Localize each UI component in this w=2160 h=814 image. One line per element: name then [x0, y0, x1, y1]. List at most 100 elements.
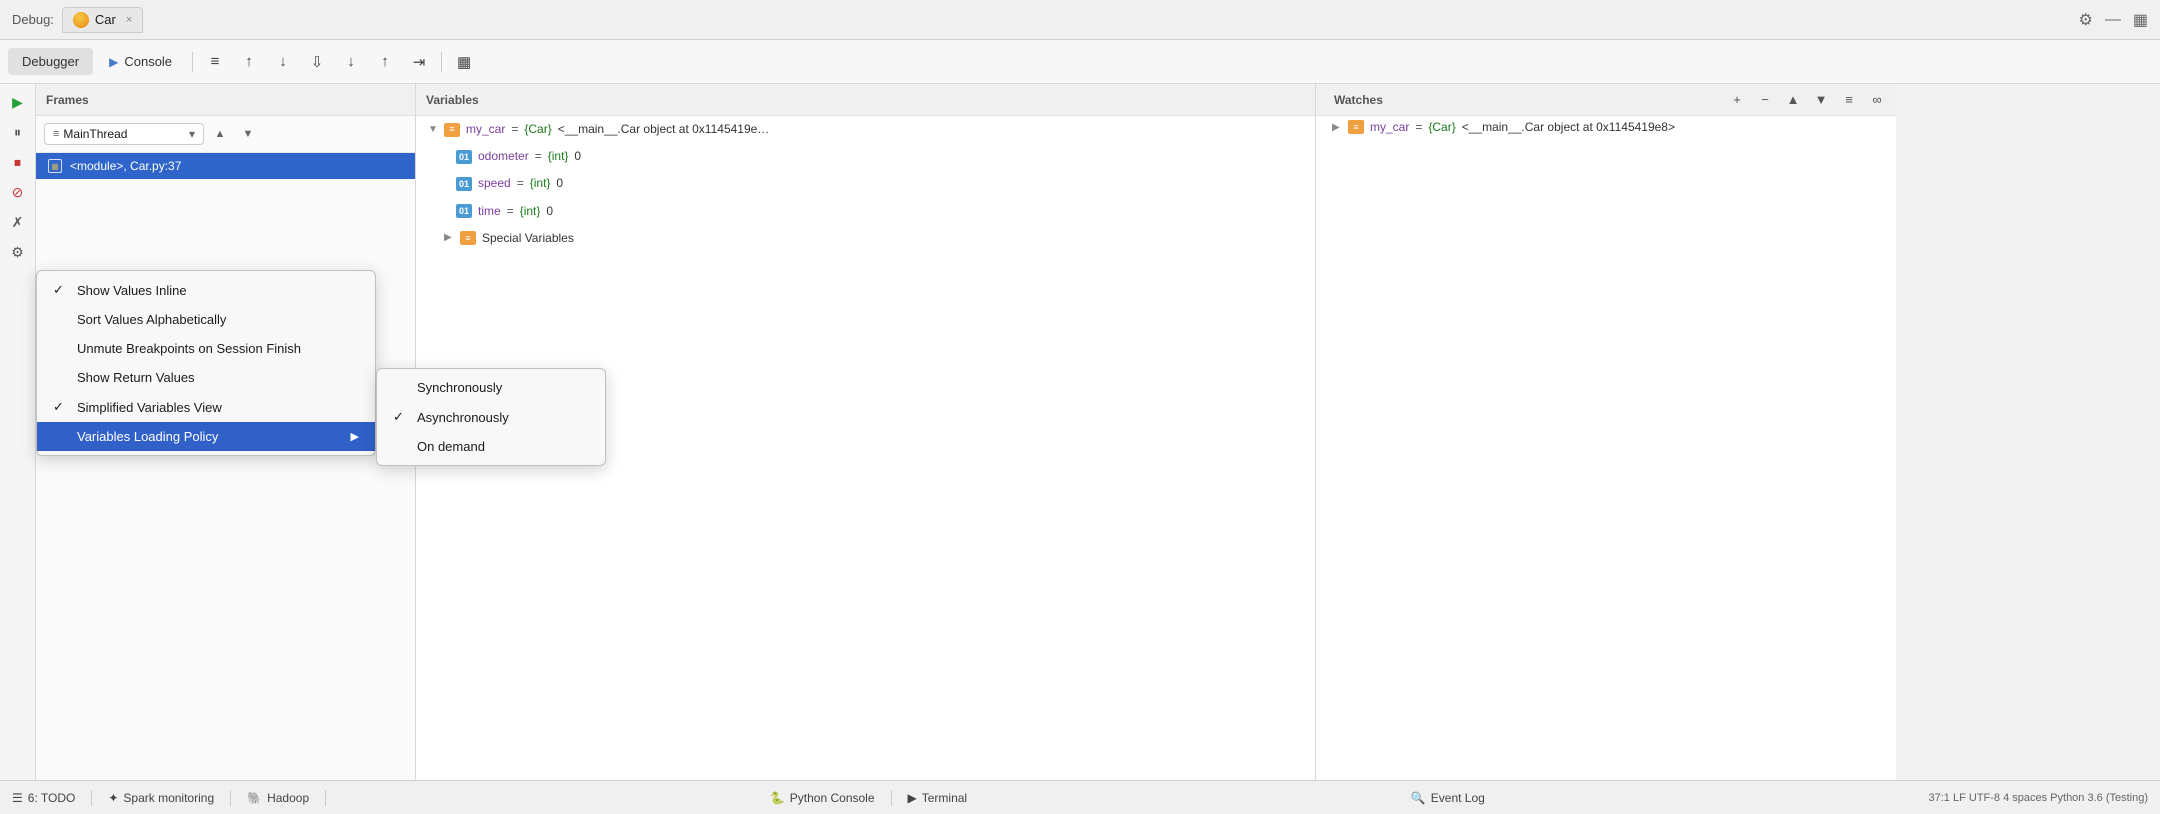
watch-expand-arrow: ▶	[1332, 122, 1342, 133]
var-expand-arrow: ▼	[428, 122, 438, 138]
move-down-watch-button[interactable]: ▼	[1810, 89, 1832, 111]
var-row-special[interactable]: ▶ ≡ Special Variables	[416, 225, 1315, 252]
breakpoints-button[interactable]: ⊘	[4, 178, 32, 206]
check-simplified: ✓	[53, 399, 67, 415]
step-over-button[interactable]: ↑	[233, 46, 265, 78]
debugger-tab-label: Debugger	[22, 54, 79, 69]
watches-toolbar: Watches + − ▲ ▼ ≡ ∞	[1316, 84, 1896, 116]
toolbar: Debugger ▶ Console ≡ ↑ ↓ ⇩ ↓ ↑ ⇥ ▦	[0, 40, 2160, 84]
status-divider-3	[325, 790, 326, 806]
stop-button[interactable]: ⏹	[4, 148, 32, 176]
debug-label: Debug:	[12, 12, 54, 27]
submenu-label-sync: Synchronously	[417, 380, 502, 395]
check-async: ✓	[393, 409, 407, 425]
step-into-my-code-button[interactable]: ⇩	[301, 46, 333, 78]
var-type-icon-blue-time: 01	[456, 204, 472, 218]
status-hadoop[interactable]: 🐘 Hadoop	[247, 791, 309, 805]
menu-item-unmute-breakpoints[interactable]: Unmute Breakpoints on Session Finish	[37, 334, 375, 363]
debugger-tab[interactable]: Debugger	[8, 48, 93, 75]
frame-item[interactable]: ▦ <module>, Car.py:37	[36, 153, 415, 179]
move-up-watch-button[interactable]: ▲	[1782, 89, 1804, 111]
resume-button[interactable]: ▶	[4, 88, 32, 116]
layout-icon[interactable]: ▦	[2133, 10, 2148, 30]
var-collapse-arrow: ▶	[444, 230, 454, 246]
menu-label-policy: Variables Loading Policy	[77, 429, 218, 444]
car-tab-label: Car	[95, 12, 116, 27]
search-icon-status: 🔍	[1411, 791, 1426, 805]
watch-type-icon: ≡	[1348, 120, 1364, 134]
submenu-item-synchronously[interactable]: Synchronously	[377, 373, 605, 402]
menu-item-show-return-values[interactable]: Show Return Values	[37, 363, 375, 392]
toolbar-divider-1	[192, 52, 193, 72]
status-divider-4	[891, 790, 892, 806]
frames-header: Frames	[36, 84, 415, 116]
add-watch-button[interactable]: +	[1726, 89, 1748, 111]
var-row-odometer[interactable]: 01 odometer = {int} 0	[416, 143, 1315, 170]
status-todo[interactable]: ☰ 6: TODO	[12, 791, 75, 805]
console-icon: ▶	[109, 55, 118, 69]
thread-selector[interactable]: ≡ MainThread ▾	[44, 123, 204, 145]
var-type-icon-blue: 01	[456, 150, 472, 164]
thread-name: MainThread	[63, 127, 127, 141]
submenu-item-on-demand[interactable]: On demand	[377, 432, 605, 461]
menu-item-loading-policy[interactable]: Variables Loading Policy ▶	[37, 422, 375, 451]
event-log-label: Event Log	[1431, 791, 1485, 805]
status-terminal[interactable]: ▶ Terminal	[908, 791, 968, 805]
submenu-label-async: Asynchronously	[417, 410, 509, 425]
spark-icon: ✦	[108, 791, 118, 805]
toggle-watch-button[interactable]: ∞	[1866, 89, 1888, 111]
remove-watch-button[interactable]: −	[1754, 89, 1776, 111]
status-python-console[interactable]: 🐍 Python Console	[770, 791, 875, 805]
copy-watch-button[interactable]: ≡	[1838, 89, 1860, 111]
python-console-icon: 🐍	[770, 791, 785, 805]
title-bar-actions: ⚙ — ▦	[2079, 10, 2148, 30]
menu-button[interactable]: ≡	[199, 46, 231, 78]
frame-down-button[interactable]: ▼	[236, 122, 260, 146]
watch-row-my-car[interactable]: ▶ ≡ my_car = {Car} <__main__.Car object …	[1316, 116, 1896, 138]
tab-close-button[interactable]: ×	[126, 14, 132, 26]
console-tab-label: Console	[124, 54, 172, 69]
todo-icon: ☰	[12, 791, 23, 805]
terminal-label: Terminal	[922, 791, 967, 805]
menu-item-simplified-view[interactable]: ✓ Simplified Variables View	[37, 392, 375, 422]
status-spark[interactable]: ✦ Spark monitoring	[108, 791, 214, 805]
variables-header: Variables	[416, 84, 1315, 116]
settings-icon[interactable]: ⚙	[2079, 10, 2093, 30]
evaluate-button[interactable]: ⇥	[403, 46, 435, 78]
settings-button[interactable]: ⚙	[4, 238, 32, 266]
status-bar: ☰ 6: TODO ✦ Spark monitoring 🐘 Hadoop 🐍 …	[0, 780, 2160, 814]
car-tab[interactable]: Car ×	[62, 7, 143, 33]
frame-up-button[interactable]: ▲	[208, 122, 232, 146]
submenu-item-asynchronously[interactable]: ✓ Asynchronously	[377, 402, 605, 432]
run-to-cursor-button[interactable]: ↑	[369, 46, 401, 78]
var-row-time[interactable]: 01 time = {int} 0	[416, 198, 1315, 225]
restore-layout-button[interactable]: ▦	[448, 46, 480, 78]
frame-module-icon: ▦	[48, 159, 62, 173]
status-divider-2	[230, 790, 231, 806]
check-show-values: ✓	[53, 282, 67, 298]
title-bar: Debug: Car × ⚙ — ▦	[0, 0, 2160, 40]
hadoop-icon: 🐘	[247, 791, 262, 805]
thread-icon: ≡	[53, 128, 59, 140]
minimize-icon[interactable]: —	[2105, 11, 2121, 29]
menu-label-sort: Sort Values Alphabetically	[77, 312, 226, 327]
console-tab[interactable]: ▶ Console	[95, 48, 186, 75]
frames-toolbar: ≡ MainThread ▾ ▲ ▼	[36, 116, 415, 153]
step-out-button[interactable]: ↓	[335, 46, 367, 78]
python-console-label: Python Console	[790, 791, 875, 805]
var-row-speed[interactable]: 01 speed = {int} 0	[416, 170, 1315, 197]
status-event-log[interactable]: 🔍 Event Log	[1411, 791, 1485, 805]
var-special-icon: ≡	[460, 231, 476, 245]
mute-breakpoints-button[interactable]: ✗	[4, 208, 32, 236]
todo-label: 6: TODO	[28, 791, 76, 805]
step-into-button[interactable]: ↓	[267, 46, 299, 78]
menu-item-show-values-inline[interactable]: ✓ Show Values Inline	[37, 275, 375, 305]
menu-item-sort-alphabetically[interactable]: Sort Values Alphabetically	[37, 305, 375, 334]
var-type-icon-blue-speed: 01	[456, 177, 472, 191]
var-row-my-car[interactable]: ▼ ≡ my_car = {Car} <__main__.Car object …	[416, 116, 1315, 143]
menu-label-return: Show Return Values	[77, 370, 195, 385]
pause-button[interactable]: ⏸	[4, 118, 32, 146]
toolbar-divider-2	[441, 52, 442, 72]
watches-header-label: Watches	[1324, 93, 1720, 107]
context-menu: ✓ Show Values Inline Sort Values Alphabe…	[36, 270, 376, 456]
